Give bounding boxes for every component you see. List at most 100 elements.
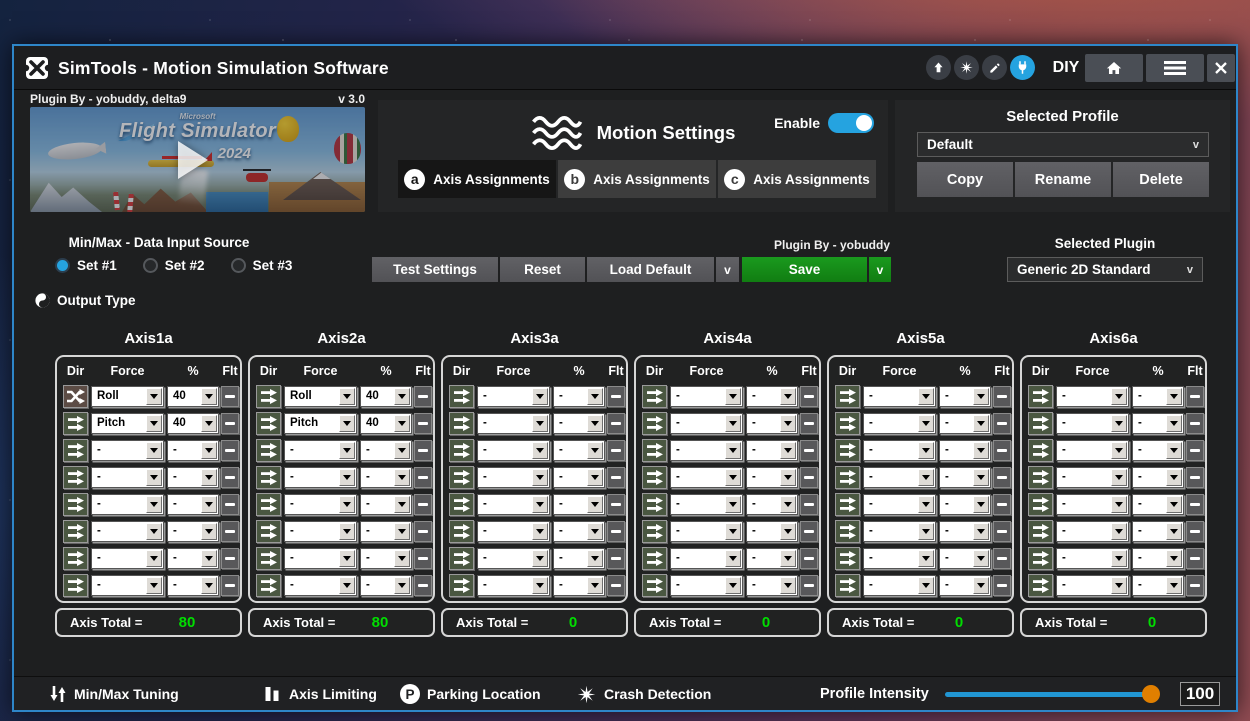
dir-button[interactable] [449, 574, 474, 597]
filter-button[interactable] [221, 386, 239, 407]
filter-button[interactable] [414, 548, 432, 569]
force-select[interactable]: - [863, 494, 936, 515]
force-select[interactable]: - [670, 440, 743, 461]
filter-button[interactable] [800, 521, 818, 542]
dir-button[interactable] [256, 574, 281, 597]
percent-select[interactable]: - [939, 413, 991, 434]
dir-button[interactable] [449, 466, 474, 489]
dir-button[interactable] [256, 412, 281, 435]
force-select[interactable]: - [670, 467, 743, 488]
force-select[interactable]: - [1056, 413, 1129, 434]
dir-button[interactable] [256, 385, 281, 408]
filter-button[interactable] [800, 494, 818, 515]
filter-button[interactable] [607, 413, 625, 434]
percent-select[interactable]: - [939, 440, 991, 461]
percent-select[interactable]: - [746, 386, 798, 407]
filter-button[interactable] [800, 386, 818, 407]
dir-button[interactable] [642, 439, 667, 462]
filter-button[interactable] [800, 548, 818, 569]
filter-button[interactable] [221, 521, 239, 542]
dir-button[interactable] [63, 574, 88, 597]
percent-select[interactable]: - [746, 440, 798, 461]
filter-button[interactable] [800, 575, 818, 596]
force-select[interactable]: - [91, 521, 164, 542]
dir-button[interactable] [835, 520, 860, 543]
dir-button[interactable] [449, 439, 474, 462]
parking-location-button[interactable]: Parking Location [427, 677, 541, 711]
dir-button[interactable] [449, 520, 474, 543]
filter-button[interactable] [221, 440, 239, 461]
force-select[interactable]: - [863, 548, 936, 569]
dir-button[interactable] [1028, 574, 1053, 597]
percent-select[interactable]: 40 [360, 386, 412, 407]
tab-axis-assignments-c[interactable]: c Axis Assignments [718, 160, 876, 198]
dir-button[interactable] [256, 547, 281, 570]
output-type-button[interactable]: Output Type [34, 292, 136, 309]
menu-button[interactable] [1146, 54, 1204, 82]
dir-button[interactable] [63, 520, 88, 543]
filter-button[interactable] [800, 413, 818, 434]
filter-button[interactable] [607, 575, 625, 596]
radio-option[interactable]: Set #2 [143, 258, 205, 273]
filter-button[interactable] [993, 386, 1011, 407]
radio-option[interactable]: Set #1 [55, 258, 117, 273]
percent-select[interactable]: - [167, 521, 219, 542]
filter-button[interactable] [221, 548, 239, 569]
burst-circle-button[interactable] [954, 55, 979, 80]
force-select[interactable]: - [1056, 386, 1129, 407]
tab-axis-assignments-a[interactable]: a Axis Assignments [398, 160, 556, 198]
dir-button[interactable] [63, 439, 88, 462]
minmax-tuning-button[interactable]: Min/Max Tuning [74, 677, 179, 711]
dir-button[interactable] [63, 547, 88, 570]
percent-select[interactable]: - [553, 494, 605, 515]
filter-button[interactable] [607, 440, 625, 461]
force-select[interactable]: - [477, 494, 550, 515]
edit-circle-button[interactable] [982, 55, 1007, 80]
force-select[interactable]: - [477, 548, 550, 569]
filter-button[interactable] [993, 521, 1011, 542]
force-select[interactable]: - [670, 575, 743, 596]
percent-select[interactable]: - [746, 521, 798, 542]
filter-button[interactable] [607, 467, 625, 488]
percent-select[interactable]: - [939, 548, 991, 569]
force-select[interactable]: - [91, 548, 164, 569]
force-select[interactable]: - [477, 467, 550, 488]
filter-button[interactable] [414, 521, 432, 542]
copy-button[interactable]: Copy [917, 162, 1013, 197]
force-select[interactable]: - [91, 440, 164, 461]
rename-button[interactable]: Rename [1015, 162, 1111, 197]
dir-button[interactable] [256, 466, 281, 489]
dir-button[interactable] [449, 385, 474, 408]
slider-thumb[interactable] [1142, 685, 1160, 703]
percent-select[interactable]: - [553, 467, 605, 488]
percent-select[interactable]: - [167, 494, 219, 515]
filter-button[interactable] [993, 575, 1011, 596]
filter-button[interactable] [414, 386, 432, 407]
percent-select[interactable]: - [1132, 494, 1184, 515]
filter-button[interactable] [993, 467, 1011, 488]
filter-button[interactable] [221, 575, 239, 596]
plugin-circle-button[interactable] [1010, 55, 1035, 80]
filter-button[interactable] [993, 494, 1011, 515]
percent-select[interactable]: - [167, 575, 219, 596]
filter-button[interactable] [607, 548, 625, 569]
filter-button[interactable] [414, 575, 432, 596]
filter-button[interactable] [1186, 413, 1204, 434]
dir-button[interactable] [835, 493, 860, 516]
force-select[interactable]: - [670, 548, 743, 569]
dir-button[interactable] [449, 547, 474, 570]
force-select[interactable]: Pitch [284, 413, 357, 434]
dir-button[interactable] [63, 493, 88, 516]
percent-select[interactable]: - [360, 440, 412, 461]
force-select[interactable]: - [670, 386, 743, 407]
percent-select[interactable]: - [746, 548, 798, 569]
profile-intensity-slider[interactable] [945, 692, 1157, 697]
force-select[interactable]: Pitch [91, 413, 164, 434]
dir-button[interactable] [63, 412, 88, 435]
filter-button[interactable] [221, 413, 239, 434]
tab-axis-assignments-b[interactable]: b Axis Assignments [558, 160, 716, 198]
dir-button[interactable] [835, 385, 860, 408]
percent-select[interactable]: - [553, 413, 605, 434]
filter-button[interactable] [414, 440, 432, 461]
force-select[interactable]: - [863, 440, 936, 461]
